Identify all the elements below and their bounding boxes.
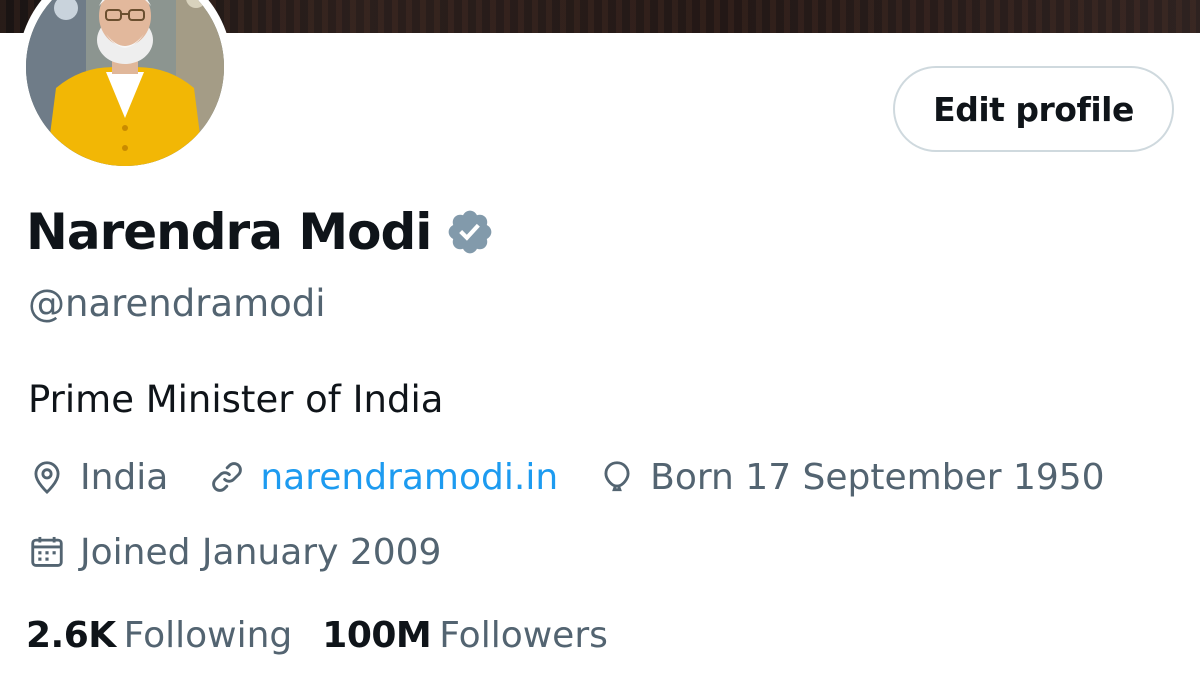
calendar-icon: [28, 533, 66, 571]
location-text: India: [80, 456, 169, 498]
avatar-portrait: [26, 0, 224, 166]
birthday-item: Born 17 September 1950: [598, 456, 1105, 498]
edit-profile-button[interactable]: Edit profile: [893, 66, 1174, 152]
followers-count: 100M: [322, 614, 432, 656]
birthday-text: Born 17 September 1950: [650, 456, 1105, 498]
balloon-icon: [598, 458, 636, 496]
link-icon: [208, 458, 246, 496]
website-item[interactable]: narendramodi.in: [208, 457, 558, 498]
avatar[interactable]: [26, 0, 224, 166]
joined-text: Joined January 2009: [80, 531, 442, 573]
profile-meta-row: India narendramodi.in Born 17 September …: [28, 452, 1105, 502]
profile-name: Narendra Modi: [26, 203, 432, 261]
profile-bio: Prime Minister of India: [28, 378, 444, 421]
profile-name-row: Narendra Modi: [26, 200, 495, 264]
following-label: Following: [123, 614, 293, 656]
following-count: 2.6K: [26, 614, 116, 656]
location-pin-icon: [28, 458, 66, 496]
website-link[interactable]: narendramodi.in: [260, 457, 558, 498]
location-item: India: [28, 457, 168, 498]
following-link[interactable]: 2.6K Following: [26, 615, 292, 656]
profile-handle: @narendramodi: [28, 282, 326, 325]
followers-link[interactable]: 100M Followers: [322, 615, 608, 656]
followers-label: Followers: [439, 614, 608, 656]
joined-row: Joined January 2009: [28, 527, 441, 577]
follow-stats: 2.6K Following 100M Followers: [26, 610, 638, 660]
verified-badge-icon[interactable]: [445, 207, 495, 257]
avatar-frame: [18, 0, 232, 174]
